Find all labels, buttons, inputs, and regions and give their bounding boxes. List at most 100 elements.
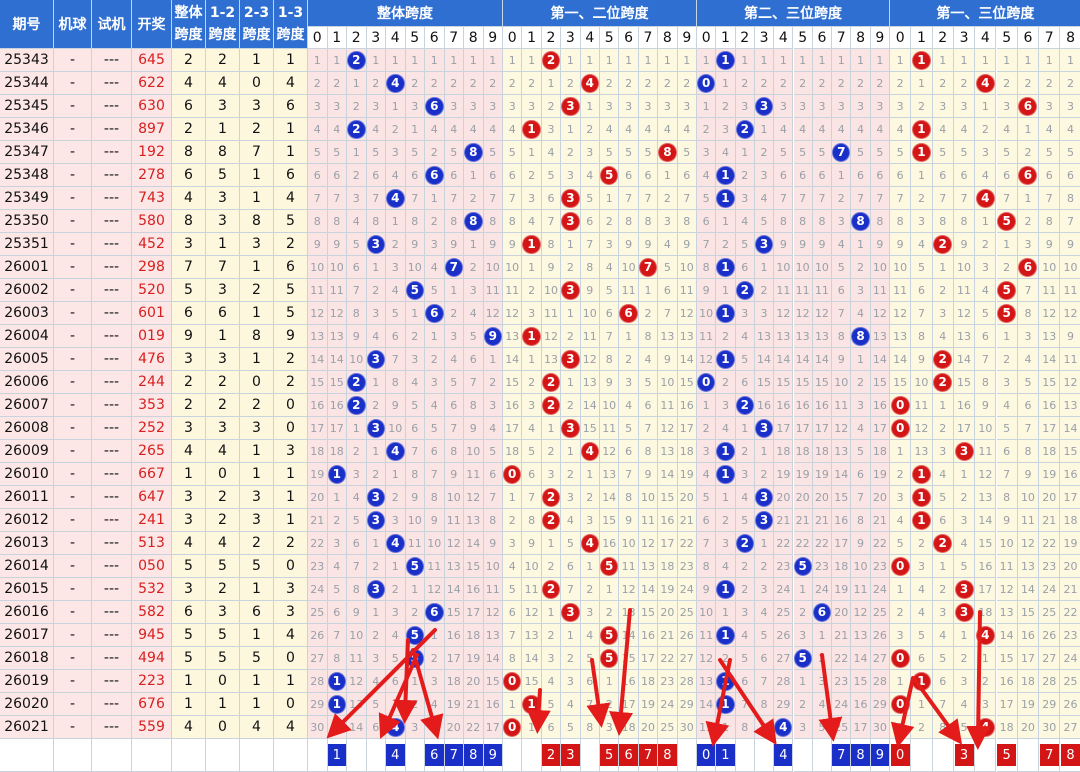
miss-cell: 28 <box>870 670 890 693</box>
miss-count: 4 <box>721 421 729 435</box>
miss-cell: 4 <box>697 463 717 486</box>
miss-cell: 5 <box>812 141 833 164</box>
miss-count: 3 <box>896 628 904 642</box>
miss-cell: 12 <box>911 417 933 440</box>
miss-count: 2 <box>391 237 399 251</box>
hit-ball: 5 <box>600 648 619 668</box>
group-header-1: 整体跨度 <box>308 0 503 27</box>
s23-cell: 0 <box>240 72 274 95</box>
miss-cell: 1 <box>327 486 347 509</box>
miss-count: 2 <box>960 651 968 665</box>
miss-cell: 6 <box>870 164 890 187</box>
miss-cell: 8 <box>327 210 347 233</box>
miss-count: 12 <box>1042 306 1057 320</box>
miss-cell: 23 <box>677 555 697 578</box>
miss-count: 3 <box>960 674 968 688</box>
miss-cell: 15 <box>619 647 639 670</box>
miss-count: 11 <box>485 582 500 596</box>
miss-cell: 2 <box>932 72 954 95</box>
miss-count: 13 <box>505 329 520 343</box>
hit-ball: 3 <box>954 602 974 622</box>
miss-cell: 16 <box>503 394 523 417</box>
miss-cell: 3 <box>580 601 600 624</box>
machine-cell: - <box>54 509 92 532</box>
miss-cell: 11 <box>600 417 620 440</box>
miss-cell: 14 <box>600 486 620 509</box>
hit-ball: 7 <box>444 257 463 277</box>
miss-count: 11 <box>349 651 364 665</box>
miss-count: 5 <box>960 559 968 573</box>
miss-cell: 7 <box>677 187 697 210</box>
miss-cell: 28 <box>774 670 794 693</box>
miss-cell: 25 <box>774 601 794 624</box>
miss-cell: 3 <box>561 417 581 440</box>
miss-count: 13 <box>602 467 617 481</box>
s23-cell: 3 <box>240 486 274 509</box>
miss-cell: 0 <box>890 555 912 578</box>
miss-count: 25 <box>1063 674 1078 688</box>
miss-cell: 2 <box>953 72 976 95</box>
miss-count: 2 <box>981 237 989 251</box>
miss-count: 1 <box>391 53 399 67</box>
miss-count: 4 <box>837 122 845 136</box>
miss-count: 4 <box>981 168 989 182</box>
miss-count: 2 <box>960 490 968 504</box>
miss-count: 16 <box>999 674 1014 688</box>
miss-cell: 3 <box>541 463 562 486</box>
miss-cell: 12 <box>483 302 503 325</box>
s12-cell: 5 <box>206 555 240 578</box>
hit-ball: 3 <box>954 441 974 461</box>
miss-cell: 2 <box>735 118 755 141</box>
miss-cell: 1 <box>911 72 933 95</box>
miss-count: 11 <box>621 559 636 573</box>
miss-cell: 5 <box>503 141 523 164</box>
miss-cell: 24 <box>308 578 328 601</box>
miss-cell: 1 <box>911 164 933 187</box>
miss-cell: 1 <box>347 72 367 95</box>
miss-count: 10 <box>485 260 500 274</box>
miss-cell: 5 <box>541 693 562 716</box>
miss-count: 11 <box>329 283 344 297</box>
miss-cell: 3 <box>444 95 464 118</box>
miss-count: 1 <box>741 53 749 67</box>
miss-cell: 27 <box>677 647 697 670</box>
miss-count: 2 <box>547 628 555 642</box>
miss-cell: 6 <box>444 394 464 417</box>
miss-count: 10 <box>814 260 829 274</box>
miss-cell: 4 <box>911 601 933 624</box>
miss-cell: 2 <box>561 325 581 348</box>
miss-count: 12 <box>795 306 810 320</box>
miss-count: 2 <box>1003 76 1011 90</box>
span-cell: 4 <box>172 716 206 739</box>
miss-count: 12 <box>446 536 461 550</box>
miss-cell: 1 <box>716 716 736 739</box>
bottom-cell <box>522 739 542 772</box>
miss-cell: 1 <box>996 325 1018 348</box>
miss-count: 28 <box>872 674 887 688</box>
miss-count: 14 <box>1020 582 1035 596</box>
miss-cell: 7 <box>561 578 581 601</box>
miss-cell: 9 <box>386 394 406 417</box>
miss-cell: 29 <box>677 693 697 716</box>
miss-count: 7 <box>760 674 768 688</box>
miss-cell: 6 <box>425 601 445 624</box>
miss-cell: 1 <box>308 49 328 72</box>
miss-count: 3 <box>430 375 438 389</box>
miss-cell: 7 <box>619 187 639 210</box>
miss-count: 5 <box>939 490 947 504</box>
miss-count: 1 <box>411 53 419 67</box>
span-cell: 5 <box>172 279 206 302</box>
miss-cell: 12 <box>851 601 871 624</box>
miss-cell: 10 <box>386 417 406 440</box>
digit-header: 7 <box>638 27 659 49</box>
machine-cell: - <box>54 49 92 72</box>
miss-count: 3 <box>760 582 768 596</box>
miss-cell: 1 <box>405 670 425 693</box>
miss-count: 3 <box>586 605 594 619</box>
trial-cell: --- <box>92 440 132 463</box>
miss-cell: 9 <box>677 233 697 256</box>
miss-cell: 2 <box>561 394 581 417</box>
miss-cell: 11 <box>996 555 1018 578</box>
miss-count: 6 <box>917 283 925 297</box>
s13-cell: 1 <box>274 463 308 486</box>
